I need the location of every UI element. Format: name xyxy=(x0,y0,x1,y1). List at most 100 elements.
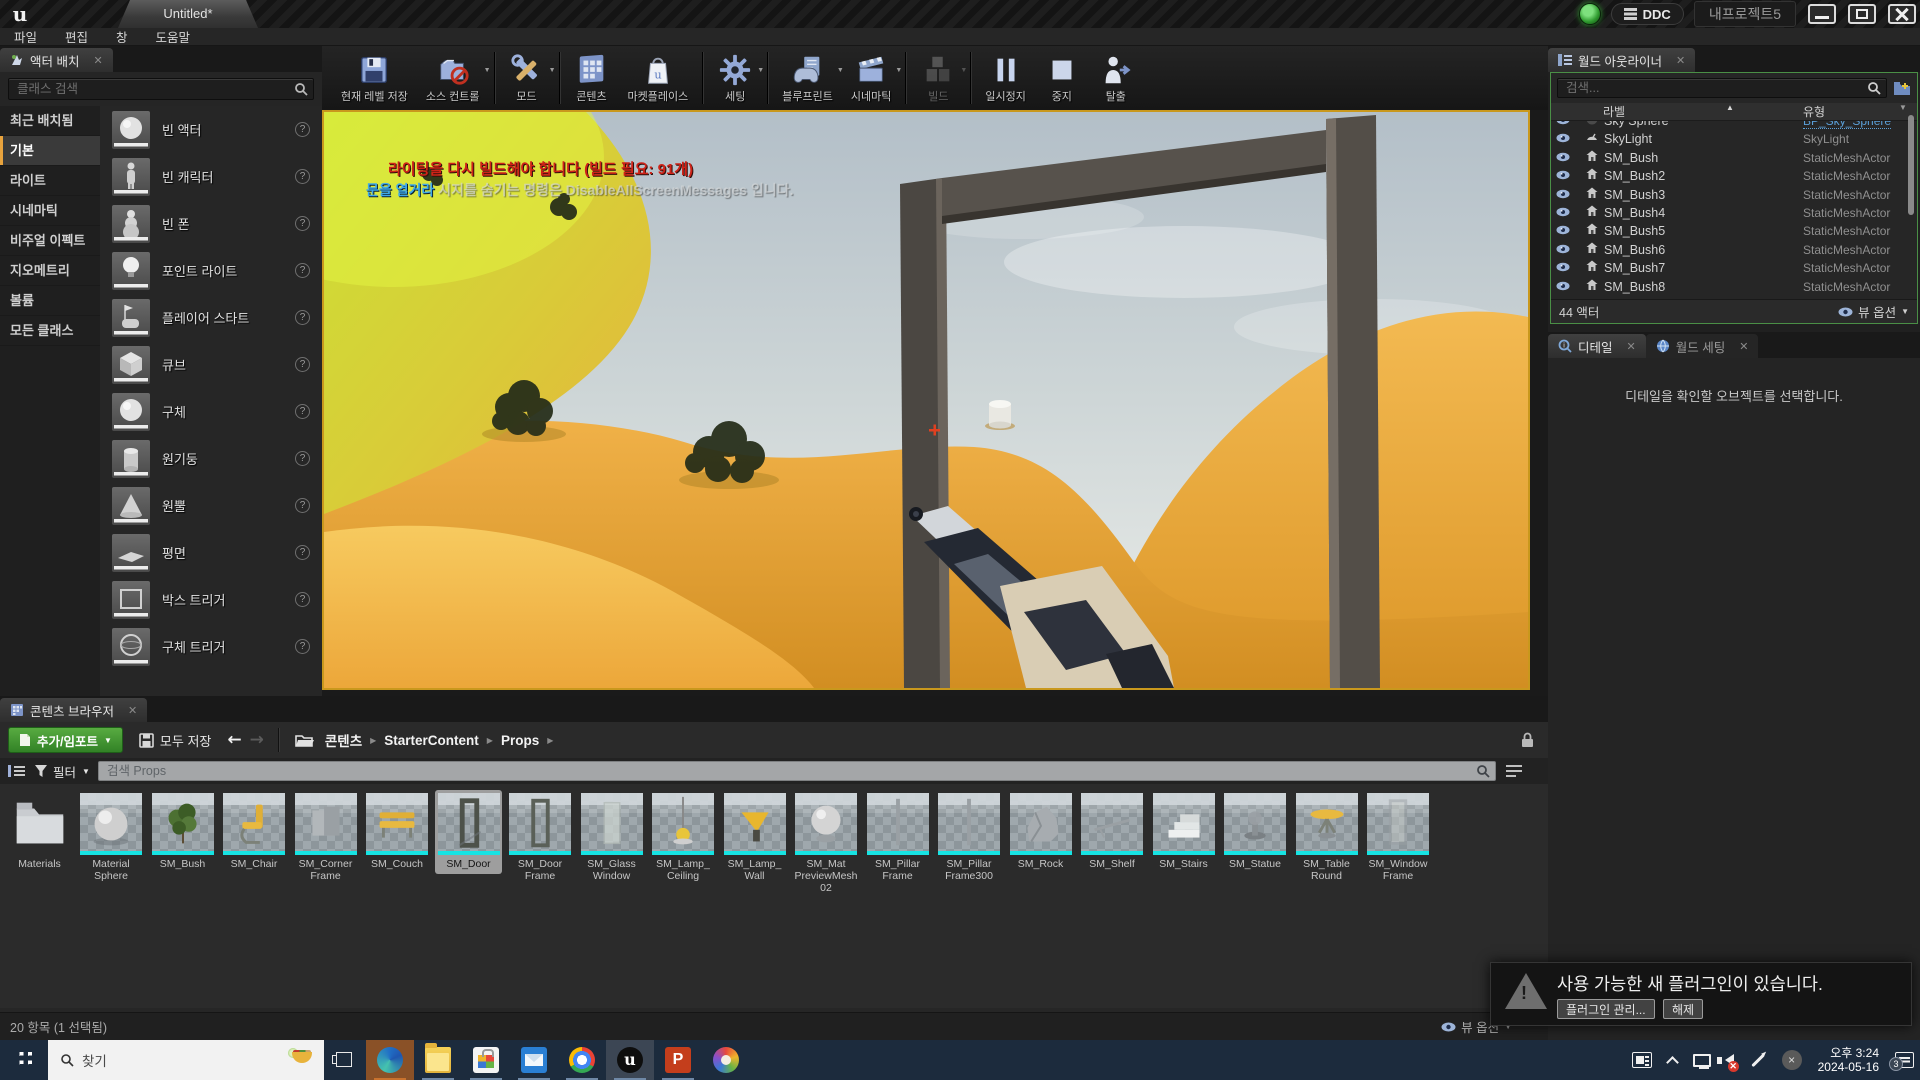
visibility-eye-icon[interactable] xyxy=(1556,152,1570,162)
filters-button[interactable]: 필터▼ xyxy=(35,762,90,781)
visibility-toggle[interactable] xyxy=(1556,130,1570,148)
back-button[interactable]: ← xyxy=(227,730,241,750)
add-folder-icon[interactable] xyxy=(1893,80,1911,96)
taskbar-app-edge[interactable] xyxy=(366,1040,414,1080)
visibility-eye-icon[interactable] xyxy=(1556,262,1570,272)
help-icon[interactable]: ? xyxy=(295,310,310,325)
outliner-row[interactable]: SM_Bush6StaticMeshActor xyxy=(1551,241,1917,259)
visibility-eye-icon[interactable] xyxy=(1556,133,1570,143)
taskbar-app-powerpoint[interactable]: P xyxy=(654,1040,702,1080)
outliner-row[interactable]: Sky SphereBP_Sky_Sphere xyxy=(1551,121,1917,130)
asset-tile[interactable]: SM_Chair xyxy=(221,790,288,874)
network-icon[interactable] xyxy=(1693,1054,1711,1067)
close-icon[interactable]: ✕ xyxy=(1739,340,1748,353)
visibility-eye-icon[interactable] xyxy=(1556,281,1570,291)
outliner-row[interactable]: SM_BushStaticMeshActor xyxy=(1551,149,1917,167)
taskbar-app-paint[interactable] xyxy=(702,1040,750,1080)
help-icon[interactable]: ? xyxy=(295,169,310,184)
place-actor-item[interactable]: 원뿔? xyxy=(100,482,322,529)
category-item[interactable]: 지오메트리 xyxy=(0,256,100,286)
help-icon[interactable]: ? xyxy=(295,639,310,654)
visibility-toggle[interactable] xyxy=(1556,149,1570,167)
asset-tile[interactable]: SM_Couch xyxy=(364,790,431,874)
asset-tile[interactable]: SM_Glass Window xyxy=(578,790,645,886)
actor-type[interactable]: BP_Sky_Sphere xyxy=(1803,121,1891,129)
visibility-toggle[interactable] xyxy=(1556,204,1570,222)
tab-content-browser[interactable]: 콘텐츠 브라우저✕ xyxy=(0,698,147,722)
asset-tile[interactable]: SM_Rock xyxy=(1007,790,1074,874)
visibility-toggle[interactable] xyxy=(1556,121,1570,130)
place-actor-item[interactable]: 빈 폰? xyxy=(100,200,322,247)
asset-search-input[interactable] xyxy=(98,761,1496,781)
place-actor-item[interactable]: 구체? xyxy=(100,388,322,435)
dropdown-caret-icon[interactable]: ▼ xyxy=(895,67,902,74)
toolbar-build-button[interactable]: ▼빌드 xyxy=(911,51,965,106)
breadcrumb-item[interactable]: 콘텐츠 xyxy=(325,730,362,750)
category-item[interactable]: 비주얼 이펙트 xyxy=(0,226,100,256)
tutorial-icon[interactable] xyxy=(1579,3,1601,25)
view-settings-icon[interactable] xyxy=(1506,765,1522,778)
toolbar-modes-button[interactable]: ▼모드 xyxy=(500,51,554,106)
save-all-button[interactable]: 모두 저장 xyxy=(139,731,211,750)
place-actor-item[interactable]: 빈 캐릭터? xyxy=(100,153,322,200)
taskbar-clock[interactable]: 오후 3:24 2024-05-16 xyxy=(1818,1046,1879,1074)
dropdown-caret-icon[interactable]: ▼ xyxy=(484,67,491,74)
asset-tile[interactable]: Materials xyxy=(6,790,73,874)
visibility-toggle[interactable] xyxy=(1556,278,1570,296)
visibility-toggle[interactable] xyxy=(1556,241,1570,259)
menu-3[interactable]: 도움말 xyxy=(142,27,205,46)
asset-tile[interactable]: SM_Bush xyxy=(149,790,216,874)
help-icon[interactable]: ? xyxy=(295,263,310,278)
place-actor-item[interactable]: 빈 액터? xyxy=(100,106,322,153)
asset-tile[interactable]: SM_Mat PreviewMesh 02 xyxy=(793,790,860,898)
visibility-eye-icon[interactable] xyxy=(1556,170,1570,180)
taskbar-app-chrome[interactable] xyxy=(558,1040,606,1080)
visibility-eye-icon[interactable] xyxy=(1556,225,1570,235)
level-tab[interactable]: Untitled* xyxy=(118,0,258,28)
visibility-eye-icon[interactable] xyxy=(1556,121,1570,125)
asset-tile[interactable]: SM_Statue xyxy=(1222,790,1289,874)
path-folder-icon[interactable] xyxy=(295,733,315,748)
outliner-row[interactable]: SM_Bush7StaticMeshActor xyxy=(1551,259,1917,277)
asset-tile[interactable]: SM_Stairs xyxy=(1150,790,1217,874)
volume-muted-icon[interactable]: ✕ xyxy=(1725,1054,1734,1066)
breadcrumb-item[interactable]: Props xyxy=(501,733,539,748)
toolbar-cinematics-button[interactable]: ▼시네마틱 xyxy=(842,51,900,106)
asset-tile[interactable]: SM_Pillar Frame300 xyxy=(936,790,1003,886)
help-icon[interactable]: ? xyxy=(295,545,310,560)
type-filter-icon[interactable]: ▼ xyxy=(1899,103,1907,112)
outliner-view-options-button[interactable]: 뷰 옵션▼ xyxy=(1838,302,1909,321)
outliner-search-input[interactable] xyxy=(1557,78,1887,98)
breadcrumb-item[interactable]: StarterContent xyxy=(384,733,479,748)
outliner-column-header[interactable]: 라벨 ▲ 유형 ▼ xyxy=(1551,103,1917,121)
menu-0[interactable]: 파일 xyxy=(0,27,51,46)
help-icon[interactable]: ? xyxy=(295,498,310,513)
status-circle-icon[interactable]: × xyxy=(1782,1050,1802,1070)
taskbar-app-store[interactable] xyxy=(462,1040,510,1080)
asset-tile[interactable]: SM_Door Frame xyxy=(507,790,574,886)
asset-tile[interactable]: SM_Corner Frame xyxy=(292,790,359,886)
visibility-eye-icon[interactable] xyxy=(1556,207,1570,217)
close-icon[interactable]: ✕ xyxy=(93,54,102,67)
visibility-eye-icon[interactable] xyxy=(1556,189,1570,199)
toolbar-eject-button[interactable]: 탈출 xyxy=(1089,51,1143,106)
class-search-input[interactable] xyxy=(8,78,314,100)
close-icon[interactable]: ✕ xyxy=(1676,54,1685,67)
toolbar-content-button[interactable]: 콘텐츠 xyxy=(565,51,619,106)
close-icon[interactable]: ✕ xyxy=(128,704,137,717)
toolbar-source-control-button[interactable]: ▼소스 컨트롤 xyxy=(417,51,489,106)
dropdown-caret-icon[interactable]: ▼ xyxy=(549,67,556,74)
ddc-button[interactable]: DDC xyxy=(1611,3,1684,25)
toolbar-save-level-button[interactable]: 현재 레벨 저장 xyxy=(332,51,417,106)
visibility-toggle[interactable] xyxy=(1556,259,1570,277)
outliner-row[interactable]: SM_Bush4StaticMeshActor xyxy=(1551,204,1917,222)
tab-details[interactable]: i 디테일✕ xyxy=(1548,334,1646,358)
dismiss-button[interactable]: 해제 xyxy=(1663,999,1703,1019)
asset-tile[interactable]: SM_Lamp_ Ceiling xyxy=(650,790,717,886)
sources-panel-icon[interactable] xyxy=(8,764,25,778)
close-button[interactable] xyxy=(1888,4,1916,24)
help-icon[interactable]: ? xyxy=(295,592,310,607)
dropdown-caret-icon[interactable]: ▼ xyxy=(757,67,764,74)
outliner-row[interactable]: SM_Bush2StaticMeshActor xyxy=(1551,167,1917,185)
start-button[interactable] xyxy=(0,1040,48,1080)
